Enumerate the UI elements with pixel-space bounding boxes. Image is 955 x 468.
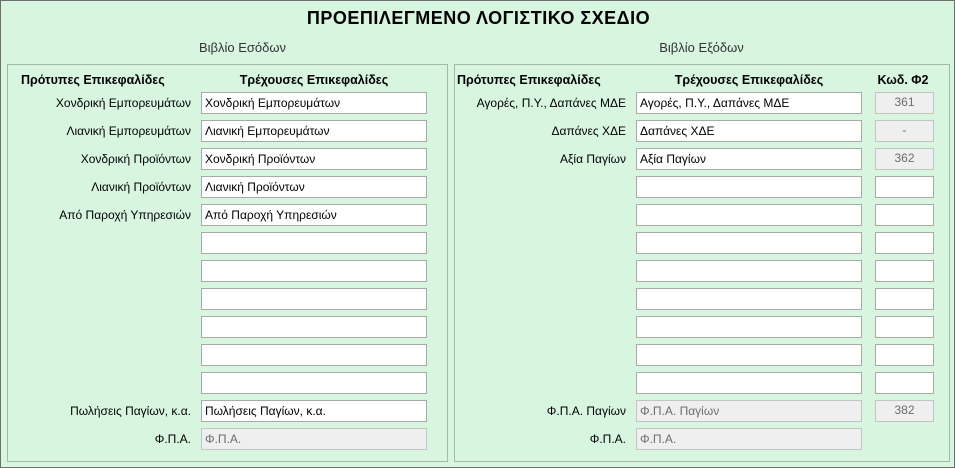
income-heading-input[interactable] [201,344,427,366]
income-heading-input[interactable] [201,260,427,282]
income-heading-input[interactable]: Χονδρική Προϊόντων [201,148,427,170]
expense-row-label: Δαπάνες ΧΔΕ [551,124,627,138]
window-frame: ΠΡΟΕΠΙΛΕΓΜΕΝΟ ΛΟΓΙΣΤΙΚΟ ΣΧΕΔΙΟ Βιβλίο Εσ… [0,0,955,468]
f2-code-input: 361 [875,92,934,114]
income-heading-input[interactable]: Λιανική Εμπορευμάτων [201,120,427,142]
expense-row-label: Φ.Π.Α. Παγίων [546,404,626,418]
expense-row-label: Φ.Π.Α. [589,432,626,446]
income-row-label: Χονδρική Εμπορευμάτων [55,96,191,110]
income-row-label: Λιανική Εμπορευμάτων [66,124,191,138]
f2-code-input: 382 [875,400,934,422]
income-heading-input[interactable] [201,232,427,254]
expense-heading-input: Φ.Π.Α. [636,428,862,450]
expense-heading-input[interactable]: Αξία Παγίων [636,148,862,170]
income-heading-input[interactable] [201,372,427,394]
expense-heading-input[interactable] [636,344,862,366]
f2-code-input: - [875,120,934,142]
f2-code-input: 362 [875,148,934,170]
expenses-current-header: Τρέχουσες Επικεφαλίδες [674,73,824,87]
income-section-title: Βιβλίο Εσόδων [198,40,287,55]
expense-row-label: Αγορές, Π.Υ., Δαπάνες ΜΔΕ [476,96,626,110]
f2-code-input[interactable] [875,344,934,366]
expenses-section-title: Βιβλίο Εξόδων [659,40,744,55]
income-row-label: Φ.Π.Α. [154,432,191,446]
income-heading-input[interactable]: Χονδρική Εμπορευμάτων [201,92,427,114]
expense-heading-input[interactable]: Αγορές, Π.Υ., Δαπάνες ΜΔΕ [636,92,862,114]
expense-heading-input[interactable] [636,288,862,310]
income-row-label: Χονδρική Προϊόντων [80,152,191,166]
f2-code-input[interactable] [875,316,934,338]
expense-heading-input[interactable] [636,260,862,282]
expense-heading-input[interactable] [636,204,862,226]
income-default-header: Πρότυπες Επικεφαλίδες [21,73,165,87]
expense-heading-input[interactable]: Δαπάνες ΧΔΕ [636,120,862,142]
income-row-label: Λιανική Προϊόντων [91,180,191,194]
income-heading-input: Φ.Π.Α. [201,428,427,450]
f2-code-input[interactable] [875,372,934,394]
income-row-label: Από Παροχή Υπηρεσιών [59,208,191,222]
expense-heading-input[interactable] [636,372,862,394]
income-heading-input[interactable]: Από Παροχή Υπηρεσιών [201,204,427,226]
f2-code-input[interactable] [875,204,934,226]
f2-code-input[interactable] [875,176,934,198]
expenses-code-header: Κωδ. Φ2 [877,73,929,87]
f2-code-input[interactable] [875,232,934,254]
expense-heading-input[interactable] [636,232,862,254]
expense-row-label: Αξία Παγίων [560,152,626,166]
expense-heading-input[interactable] [636,316,862,338]
expense-heading-input: Φ.Π.Α. Παγίων [636,400,862,422]
expenses-default-header: Πρότυπες Επικεφαλίδες [457,73,601,87]
income-heading-input[interactable]: Λιανική Προϊόντων [201,176,427,198]
f2-code-input[interactable] [875,260,934,282]
income-heading-input[interactable]: Πωλήσεις Παγίων, κ.α. [201,400,427,422]
income-heading-input[interactable] [201,316,427,338]
page-title: ΠΡΟΕΠΙΛΕΓΜΕΝΟ ΛΟΓΙΣΤΙΚΟ ΣΧΕΔΙΟ [306,8,651,28]
f2-code-input[interactable] [875,288,934,310]
income-current-header: Τρέχουσες Επικεφαλίδες [239,73,389,87]
income-row-label: Πωλήσεις Παγίων, κ.α. [70,404,191,418]
expense-heading-input[interactable] [636,176,862,198]
income-heading-input[interactable] [201,288,427,310]
